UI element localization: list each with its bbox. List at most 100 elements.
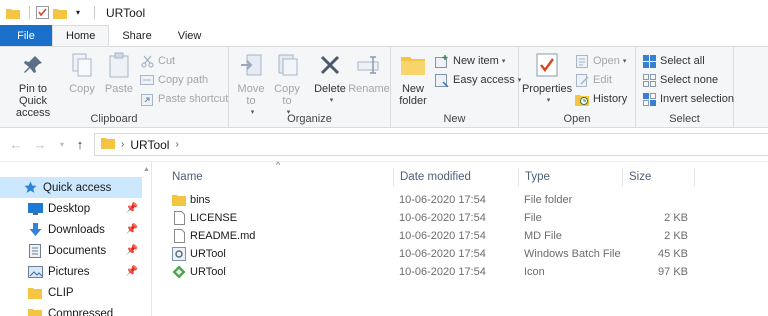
file-size: 2 KB — [664, 230, 688, 242]
copy-button[interactable]: Copy — [66, 51, 98, 95]
nav-item-compressed[interactable]: Compressed — [0, 303, 142, 316]
pin-icon[interactable]: 📌 — [126, 245, 138, 256]
copy-label: Copy — [69, 83, 95, 95]
properties-button[interactable]: Properties ▾ — [521, 51, 573, 107]
copy-to-label: Copy to — [274, 83, 300, 107]
copy-path-icon — [140, 73, 154, 87]
nav-item-quick-access[interactable]: Quick access — [0, 177, 142, 198]
copy-to-icon — [273, 51, 301, 79]
clipboard-group: Pin to Quick access Copy Paste Cut Copy … — [0, 47, 229, 127]
new-item-button[interactable]: New item ▾ — [435, 52, 505, 70]
column-header-type[interactable]: Type — [519, 168, 623, 186]
nav-item-pictures[interactable]: Pictures 📌 — [0, 261, 142, 282]
select-none-button[interactable]: Select none — [642, 71, 718, 89]
copy-path-button[interactable]: Copy path — [140, 71, 208, 89]
properties-check-icon[interactable] — [35, 6, 49, 20]
tab-share[interactable]: Share — [109, 25, 164, 46]
dropdown-arrow-icon: ▾ — [501, 58, 506, 65]
address-bar[interactable]: › URTool › — [94, 133, 768, 156]
move-to-icon — [237, 51, 265, 79]
new-item-label: New item — [453, 55, 499, 67]
file-name: README.md — [172, 227, 255, 245]
folder-icon — [27, 286, 43, 300]
copy-icon — [68, 51, 96, 79]
pin-icon[interactable]: 📌 — [126, 203, 138, 214]
edit-button[interactable]: Edit — [575, 71, 612, 89]
file-row[interactable]: LICENSE 10-06-2020 17:54 File 2 KB — [158, 209, 693, 227]
clipboard-group-label: Clipboard — [90, 113, 138, 125]
nav-item-clip[interactable]: CLIP — [0, 282, 142, 303]
column-header-size[interactable]: Size — [623, 168, 695, 186]
nav-item-desktop[interactable]: Desktop 📌 — [0, 198, 142, 219]
navigation-pane: ▲ Quick access Desktop 📌 Downloads 📌 Doc… — [0, 162, 152, 316]
breadcrumb-urtool[interactable]: URTool — [130, 138, 169, 152]
delete-button[interactable]: Delete ▾ — [313, 51, 347, 107]
nav-label: CLIP — [48, 286, 74, 299]
file-type: File folder — [524, 194, 573, 206]
select-none-icon — [642, 73, 656, 87]
file-date: 10-06-2020 17:54 — [399, 230, 486, 242]
file-size: 2 KB — [664, 212, 688, 224]
tab-file[interactable]: File — [0, 25, 52, 46]
file-name-text: URTool — [190, 266, 226, 278]
paste-icon — [105, 51, 133, 79]
column-headers: ^ Name Date modified Type Size — [158, 160, 768, 190]
file-name: LICENSE — [172, 209, 237, 227]
nav-label: Downloads — [48, 223, 105, 236]
breadcrumb-chevron-icon[interactable]: › — [175, 139, 178, 150]
tab-home[interactable]: Home — [52, 25, 110, 46]
divider — [94, 6, 95, 19]
file-name: URTool — [172, 263, 226, 281]
file-row[interactable]: URTool 10-06-2020 17:54 Windows Batch Fi… — [158, 245, 693, 263]
file-size: 97 KB — [658, 266, 688, 278]
file-icon — [172, 211, 186, 225]
paste-button[interactable]: Paste — [102, 51, 136, 95]
invert-selection-button[interactable]: Invert selection — [642, 90, 734, 108]
nav-item-documents[interactable]: Documents 📌 — [0, 240, 142, 261]
new-folder-button[interactable]: New folder — [395, 51, 431, 107]
file-row[interactable]: bins 10-06-2020 17:54 File folder — [158, 191, 693, 209]
navigation-bar: ← → ▾ ↑ › URTool › — [0, 128, 768, 162]
tab-view[interactable]: View — [165, 25, 215, 46]
divider — [29, 6, 30, 19]
column-header-date[interactable]: Date modified — [394, 168, 519, 186]
new-group-label: New — [443, 113, 466, 125]
column-header-name[interactable]: Name — [166, 168, 394, 186]
up-arrow-icon[interactable]: ↑ — [72, 136, 88, 152]
paste-shortcut-button[interactable]: Paste shortcut — [140, 90, 228, 108]
scroll-up-icon[interactable]: ▲ — [143, 166, 151, 174]
organize-group: Move to ▾ Copy to ▾ Delete ▾ Rename Orga… — [229, 47, 391, 127]
properties-label: Properties — [521, 83, 573, 95]
rename-button[interactable]: Rename — [348, 51, 390, 95]
recent-locations-icon[interactable]: ▾ — [54, 136, 70, 152]
open-group: Properties ▾ Open ▾ Edit History Open — [519, 47, 636, 127]
pin-icon[interactable]: 📌 — [126, 224, 138, 235]
open-button[interactable]: Open ▾ — [575, 52, 626, 70]
pin-to-quick-access-button[interactable]: Pin to Quick access — [4, 51, 62, 119]
select-all-button[interactable]: Select all — [642, 52, 705, 70]
open-label: Open — [593, 55, 620, 67]
copy-to-button[interactable]: Copy to ▾ — [271, 51, 303, 119]
cut-button[interactable]: Cut — [140, 52, 175, 70]
file-name-text: LICENSE — [190, 212, 238, 224]
paste-shortcut-icon — [140, 92, 154, 106]
new-folder-icon[interactable] — [53, 6, 67, 20]
move-to-button[interactable]: Move to ▾ — [235, 51, 267, 119]
file-row[interactable]: URTool 10-06-2020 17:54 Icon 97 KB — [158, 263, 693, 281]
documents-icon — [27, 243, 43, 258]
easy-access-button[interactable]: Easy access ▾ — [435, 71, 521, 89]
history-button[interactable]: History — [575, 90, 627, 108]
pin-icon[interactable]: 📌 — [126, 266, 138, 277]
forward-arrow-icon[interactable]: → — [32, 136, 48, 152]
dropdown-arrow-icon: ▾ — [329, 97, 334, 104]
customize-toolbar-icon[interactable]: ▾ — [71, 6, 85, 20]
file-date: 10-06-2020 17:54 — [399, 194, 486, 206]
breadcrumb-chevron-icon[interactable]: › — [121, 139, 124, 150]
back-arrow-icon[interactable]: ← — [8, 136, 24, 152]
ico-file-icon — [172, 265, 186, 279]
nav-item-downloads[interactable]: Downloads 📌 — [0, 219, 142, 240]
file-row[interactable]: README.md 10-06-2020 17:54 MD File 2 KB — [158, 227, 693, 245]
copy-path-label: Copy path — [158, 74, 209, 86]
ribbon: Pin to Quick access Copy Paste Cut Copy … — [0, 46, 768, 128]
history-label: History — [593, 93, 628, 105]
